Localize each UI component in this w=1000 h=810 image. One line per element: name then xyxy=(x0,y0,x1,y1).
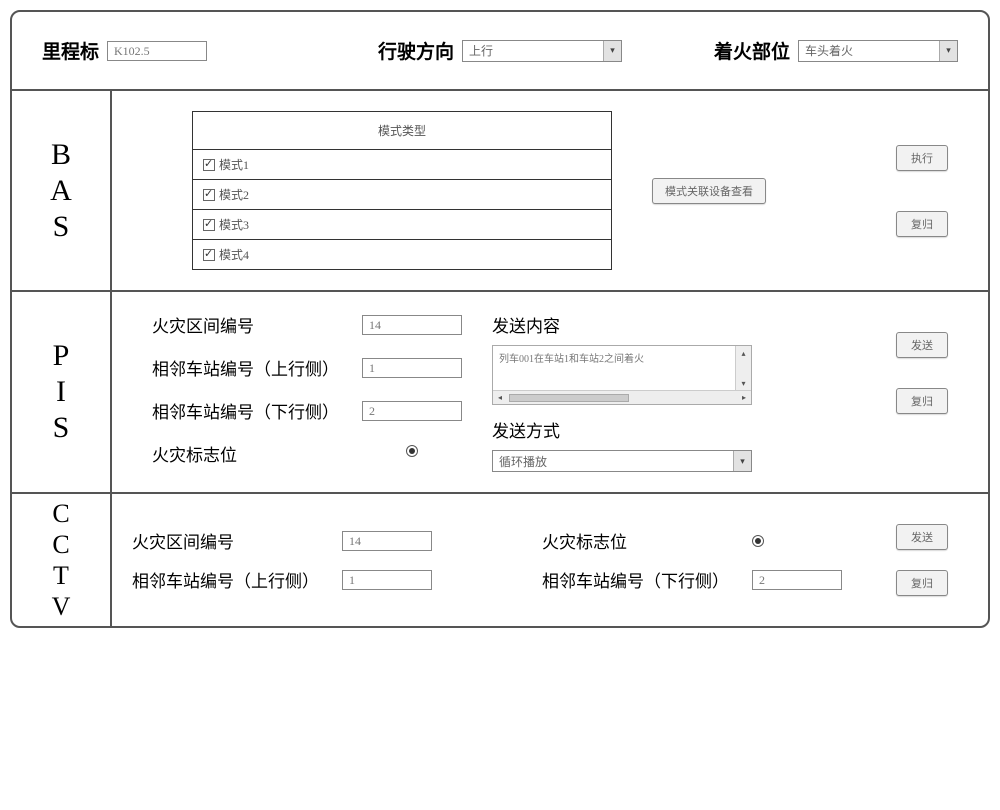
pis-up-label: 相邻车站编号（上行侧） xyxy=(152,355,352,380)
pis-down-input[interactable]: 2 xyxy=(362,401,462,421)
checkbox-icon[interactable] xyxy=(203,219,215,231)
mode-row[interactable]: 模式4 xyxy=(193,240,611,269)
direction-select[interactable]: 上行 ▾ xyxy=(462,40,622,62)
cctv-up-input[interactable]: 1 xyxy=(342,570,432,590)
mode-row[interactable]: 模式1 xyxy=(193,150,611,180)
mode-table-header: 模式类型 xyxy=(193,112,611,150)
cctv-zone-label: 火灾区间编号 xyxy=(132,528,332,553)
pis-flag-label: 火灾标志位 xyxy=(152,441,352,466)
bas-exec-button[interactable]: 执行 xyxy=(896,145,948,171)
mode-table: 模式类型 模式1 模式2 模式3 模式4 xyxy=(192,111,612,270)
cctv-up-label: 相邻车站编号（上行侧） xyxy=(132,567,332,592)
cctv-side-label: C C T V xyxy=(12,494,112,626)
mode-row[interactable]: 模式2 xyxy=(193,180,611,210)
top-bar: 里程标 K102.5 行驶方向 上行 ▾ 着火部位 车头着火 ▾ xyxy=(12,12,988,89)
pis-flag-radio[interactable] xyxy=(406,445,418,457)
pis-section: P I S 火灾区间编号 14 相邻车站编号（上行侧） 1 相邻车站编号（下行侧… xyxy=(12,290,988,492)
cctv-flag-label: 火灾标志位 xyxy=(542,528,742,553)
checkbox-icon[interactable] xyxy=(203,189,215,201)
cctv-down-input[interactable]: 2 xyxy=(752,570,842,590)
pis-mid: 发送内容 列车001在车站1和车站2之间着火 ▴▾ ◂▸ 发送方式 循环播放 xyxy=(492,312,752,472)
cctv-zone-input[interactable]: 14 xyxy=(342,531,432,551)
pis-up-input[interactable]: 1 xyxy=(362,358,462,378)
chevron-down-icon: ▾ xyxy=(603,41,621,61)
mileage-label: 里程标 xyxy=(42,37,99,64)
direction-label: 行驶方向 xyxy=(378,37,454,64)
page-root: 里程标 K102.5 行驶方向 上行 ▾ 着火部位 车头着火 ▾ B A S xyxy=(10,10,990,628)
chevron-down-icon: ▾ xyxy=(939,41,957,61)
bas-panel: 模式类型 模式1 模式2 模式3 模式4 模式关联设备查看 xyxy=(112,91,988,290)
pis-zone-label: 火灾区间编号 xyxy=(152,312,352,337)
pis-panel: 火灾区间编号 14 相邻车站编号（上行侧） 1 相邻车站编号（下行侧） 2 火灾… xyxy=(112,292,988,492)
cctv-section: C C T V 火灾区间编号 14 火灾标志位 相邻车站编号（上行侧） xyxy=(12,492,988,626)
bas-side-label: B A S xyxy=(12,91,112,290)
pis-zone-input[interactable]: 14 xyxy=(362,315,462,335)
pis-send-button[interactable]: 发送 xyxy=(896,332,948,358)
bas-section: B A S 模式类型 模式1 模式2 模式3 xyxy=(12,89,988,290)
pis-left: 火灾区间编号 14 相邻车站编号（上行侧） 1 相邻车站编号（下行侧） 2 火灾… xyxy=(152,312,462,472)
cctv-reset-button[interactable]: 复归 xyxy=(896,570,948,596)
mode-assoc-button[interactable]: 模式关联设备查看 xyxy=(652,178,766,204)
checkbox-icon[interactable] xyxy=(203,159,215,171)
cctv-down-label: 相邻车站编号（下行侧） xyxy=(542,567,742,592)
fire-pos-select[interactable]: 车头着火 ▾ xyxy=(798,40,958,62)
cctv-send-button[interactable]: 发送 xyxy=(896,524,948,550)
cctv-panel: 火灾区间编号 14 火灾标志位 相邻车站编号（上行侧） 1 相邻车站编号（下行侧… xyxy=(112,494,988,626)
checkbox-icon[interactable] xyxy=(203,249,215,261)
cctv-flag-radio[interactable] xyxy=(752,535,764,547)
pis-down-label: 相邻车站编号（下行侧） xyxy=(152,398,352,423)
fire-pos-label: 着火部位 xyxy=(714,37,790,64)
bas-reset-button[interactable]: 复归 xyxy=(896,211,948,237)
mode-row[interactable]: 模式3 xyxy=(193,210,611,240)
vertical-scrollbar[interactable]: ▴▾ xyxy=(735,346,751,390)
pis-method-label: 发送方式 xyxy=(492,417,752,442)
pis-content-label: 发送内容 xyxy=(492,312,752,337)
pis-side-label: P I S xyxy=(12,292,112,492)
pis-reset-button[interactable]: 复归 xyxy=(896,388,948,414)
pis-content-textarea[interactable]: 列车001在车站1和车站2之间着火 ▴▾ ◂▸ xyxy=(492,345,752,405)
horizontal-scrollbar[interactable]: ◂▸ xyxy=(493,390,751,404)
pis-method-select[interactable]: 循环播放 ▾ xyxy=(492,450,752,472)
mileage-input[interactable]: K102.5 xyxy=(107,41,207,61)
chevron-down-icon: ▾ xyxy=(733,451,751,471)
